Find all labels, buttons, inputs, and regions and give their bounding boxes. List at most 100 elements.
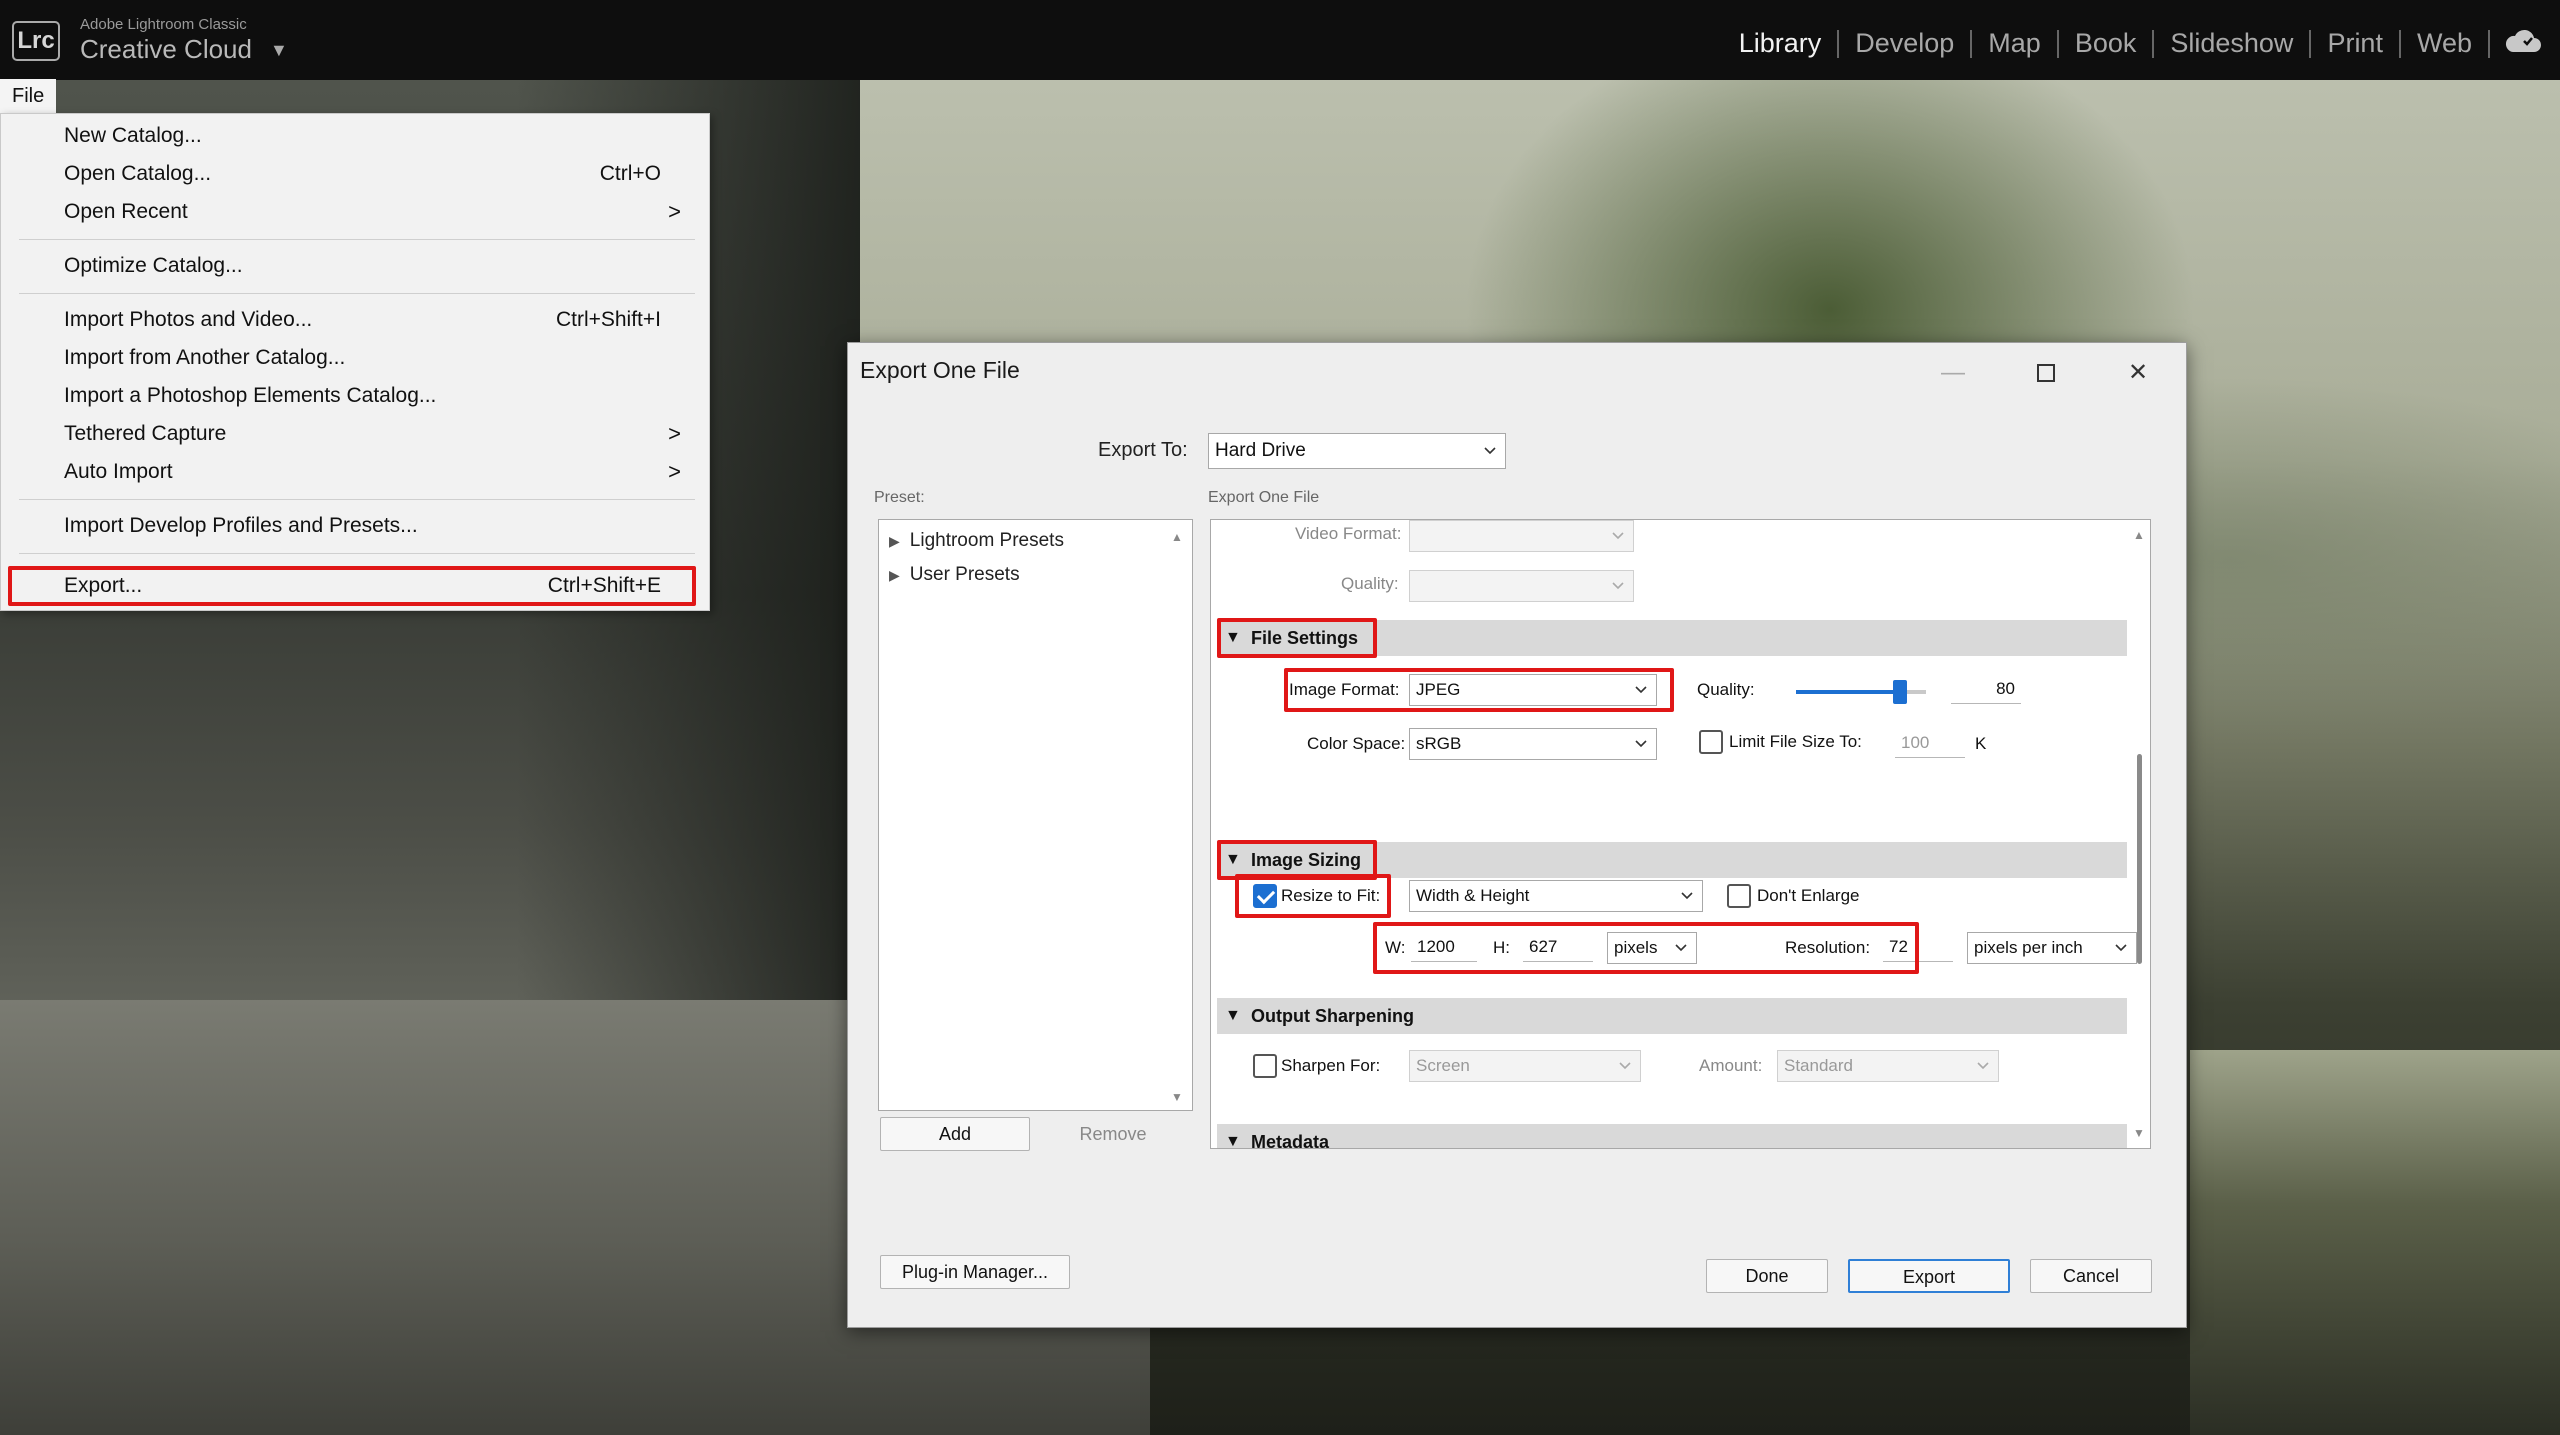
shortcut-label: Ctrl+O xyxy=(599,162,661,185)
chevron-down-icon xyxy=(2115,944,2127,952)
collapse-triangle-icon: ▼ xyxy=(1225,1133,1241,1149)
menu-item-tethered-capture[interactable]: Tethered Capture > xyxy=(1,416,707,452)
expand-triangle-icon[interactable]: ▶ xyxy=(889,533,900,549)
minimize-icon[interactable]: — xyxy=(1933,353,1973,393)
chevron-down-icon xyxy=(1977,1062,1989,1070)
file-settings-highlight-box xyxy=(1217,618,1377,658)
identity-dropdown-icon[interactable]: ▼ xyxy=(270,40,288,61)
done-button[interactable]: Done xyxy=(1706,1259,1828,1293)
module-develop[interactable]: Develop xyxy=(1839,28,1970,59)
color-space-label: Color Space: xyxy=(1307,734,1406,753)
export-settings-panel: Video Format: Quality: ▼ File Settings I… xyxy=(1210,519,2151,1149)
dont-enlarge-checkbox[interactable] xyxy=(1727,884,1751,908)
menu-separator xyxy=(19,553,695,554)
scroll-down-icon[interactable]: ▼ xyxy=(1171,1090,1183,1104)
scroll-up-icon[interactable]: ▲ xyxy=(1171,530,1183,544)
resize-mode-select[interactable]: Width & Height xyxy=(1409,880,1703,912)
quality-input[interactable]: 80 xyxy=(1951,674,2021,704)
cancel-button[interactable]: Cancel xyxy=(2030,1259,2152,1293)
scroll-up-icon[interactable]: ▲ xyxy=(2133,528,2145,542)
sharpen-for-checkbox[interactable] xyxy=(1253,1054,1277,1078)
scrollbar-thumb[interactable] xyxy=(2137,754,2142,964)
chevron-down-icon xyxy=(1635,740,1647,748)
top-bar: Lrc Adobe Lightroom Classic Creative Clo… xyxy=(0,0,2560,80)
menu-separator xyxy=(19,499,695,500)
export-to-label: Export To: xyxy=(1098,439,1188,461)
submenu-arrow-icon: > xyxy=(668,459,681,484)
video-format-label: Video Format: xyxy=(1295,524,1402,543)
submenu-arrow-icon: > xyxy=(668,421,681,446)
module-print[interactable]: Print xyxy=(2311,28,2399,59)
cloud-sync-icon[interactable] xyxy=(2504,28,2542,54)
chevron-down-icon xyxy=(1681,892,1693,900)
add-preset-button[interactable]: Add xyxy=(880,1117,1030,1151)
file-menu-dropdown: New Catalog... Open Catalog... Ctrl+O Op… xyxy=(0,113,710,611)
brand-name-small: Adobe Lightroom Classic xyxy=(80,16,247,33)
video-format-select[interactable] xyxy=(1409,520,1634,552)
menu-file[interactable]: File xyxy=(0,79,56,114)
image-format-highlight-box xyxy=(1284,668,1674,712)
menu-item-optimize-catalog[interactable]: Optimize Catalog... xyxy=(1,248,707,284)
video-quality-select[interactable] xyxy=(1409,570,1634,602)
module-slideshow[interactable]: Slideshow xyxy=(2154,28,2309,59)
module-web[interactable]: Web xyxy=(2401,28,2488,59)
export-dialog: Export One File — ✕ Export To: Hard Driv… xyxy=(847,342,2187,1328)
preset-folder-lightroom[interactable]: ▶ Lightroom Presets xyxy=(889,530,1064,552)
maximize-icon[interactable] xyxy=(2026,353,2066,393)
dialog-title: Export One File xyxy=(860,357,1020,383)
close-icon[interactable]: ✕ xyxy=(2118,353,2158,393)
shortcut-label: Ctrl+Shift+I xyxy=(555,308,661,331)
module-picker: Library Develop Map Book Slideshow Print… xyxy=(1723,28,2490,59)
quality-slider[interactable] xyxy=(1796,680,1926,704)
resolution-unit-select[interactable]: pixels per inch xyxy=(1967,932,2137,964)
menu-item-import-another-catalog[interactable]: Import from Another Catalog... xyxy=(1,340,707,376)
menu-item-import-develop-profiles[interactable]: Import Develop Profiles and Presets... xyxy=(1,508,707,544)
limit-file-size-checkbox[interactable] xyxy=(1699,730,1723,754)
chevron-down-icon xyxy=(1612,582,1624,590)
module-library[interactable]: Library xyxy=(1723,28,1838,59)
output-sharpening-header[interactable]: ▼ Output Sharpening xyxy=(1217,998,2127,1034)
menu-item-import-elements-catalog[interactable]: Import a Photoshop Elements Catalog... xyxy=(1,378,707,414)
limit-file-size-unit: K xyxy=(1975,734,1987,753)
preset-folder-user[interactable]: ▶ User Presets xyxy=(889,564,1020,586)
expand-triangle-icon[interactable]: ▶ xyxy=(889,567,900,583)
plugin-manager-button[interactable]: Plug-in Manager... xyxy=(880,1255,1070,1289)
chevron-down-icon xyxy=(1612,532,1624,540)
limit-file-size-input[interactable]: 100 xyxy=(1895,728,1965,758)
chevron-down-icon xyxy=(1484,447,1496,455)
settings-label: Export One File xyxy=(1208,489,1320,506)
sharpen-for-label: Sharpen For: xyxy=(1281,1056,1381,1075)
dont-enlarge-label: Don't Enlarge xyxy=(1757,886,1860,905)
menu-item-open-recent[interactable]: Open Recent > xyxy=(1,194,707,230)
quality-slider-fill xyxy=(1796,690,1900,694)
color-space-select[interactable]: sRGB xyxy=(1409,728,1657,760)
export-button[interactable]: Export xyxy=(1848,1259,2010,1293)
identity-plate[interactable]: Creative Cloud xyxy=(80,34,252,65)
menu-item-import-photos[interactable]: Import Photos and Video... Ctrl+Shift+I xyxy=(1,302,707,338)
menu-separator xyxy=(19,239,695,240)
collapse-triangle-icon: ▼ xyxy=(1225,1007,1241,1024)
menu-separator xyxy=(19,293,695,294)
menu-item-auto-import[interactable]: Auto Import > xyxy=(1,454,707,490)
preset-list[interactable]: ▶ Lightroom Presets ▶ User Presets ▲ ▼ xyxy=(878,519,1193,1111)
metadata-header[interactable]: ▼ Metadata xyxy=(1217,1124,2127,1149)
export-to-select[interactable]: Hard Drive xyxy=(1208,433,1506,469)
quality-label: Quality: xyxy=(1697,680,1755,699)
amount-label: Amount: xyxy=(1699,1056,1763,1075)
module-separator xyxy=(2488,29,2490,58)
amount-select[interactable]: Standard xyxy=(1777,1050,1999,1082)
limit-file-size-label: Limit File Size To: xyxy=(1729,732,1862,751)
quality-slider-thumb[interactable] xyxy=(1893,680,1907,704)
export-highlight-box xyxy=(8,566,696,606)
menu-item-open-catalog[interactable]: Open Catalog... Ctrl+O xyxy=(1,156,707,192)
module-book[interactable]: Book xyxy=(2059,28,2153,59)
chevron-down-icon xyxy=(1619,1062,1631,1070)
background-water xyxy=(2190,1050,2560,1435)
module-map[interactable]: Map xyxy=(1972,28,2057,59)
menu-item-new-catalog[interactable]: New Catalog... xyxy=(1,118,707,154)
scroll-down-icon[interactable]: ▼ xyxy=(2133,1126,2145,1140)
lrc-logo: Lrc xyxy=(12,21,60,61)
remove-preset-button[interactable]: Remove xyxy=(1038,1117,1188,1151)
preset-label: Preset: xyxy=(874,489,925,506)
sharpen-for-select[interactable]: Screen xyxy=(1409,1050,1641,1082)
